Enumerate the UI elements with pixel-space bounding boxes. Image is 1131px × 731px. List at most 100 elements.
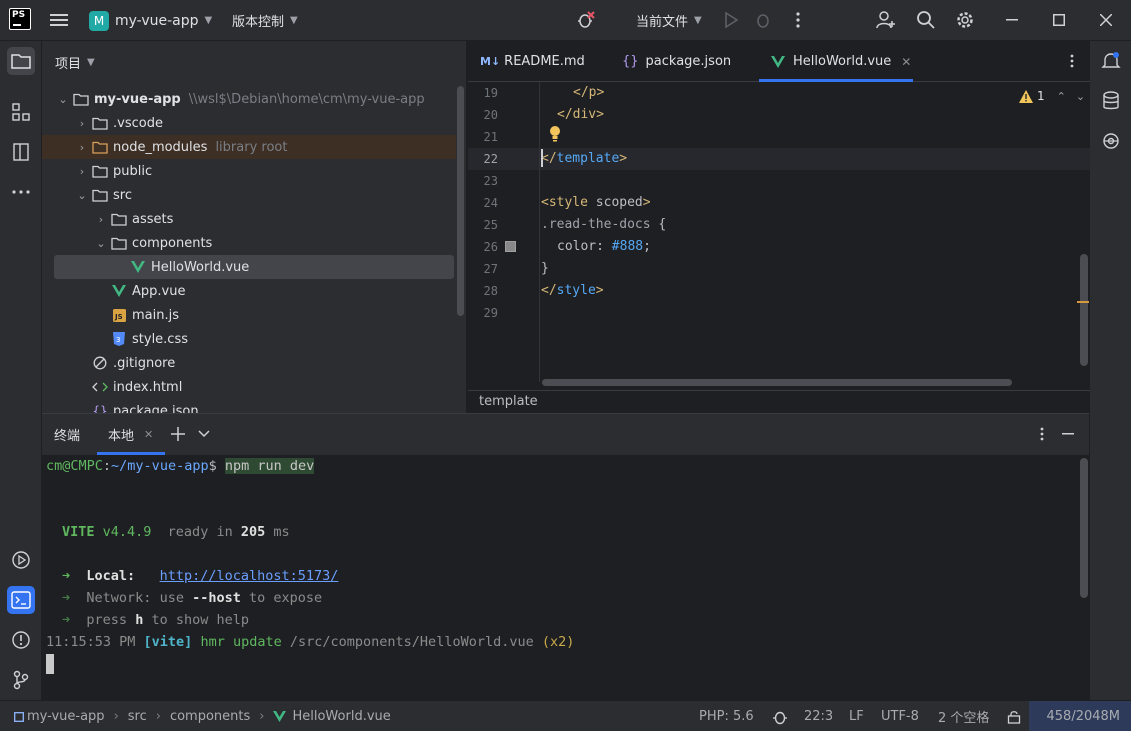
add-user-icon[interactable] (875, 9, 897, 31)
close-window-icon[interactable] (1096, 10, 1116, 30)
line-number[interactable]: 29 (468, 306, 498, 320)
tree-item-assets[interactable]: › assets (42, 207, 456, 231)
main-menu-icon[interactable] (48, 10, 70, 30)
tree-item-node-modules[interactable]: › node_modules library root (42, 135, 456, 159)
crumb-components[interactable]: components (170, 709, 250, 724)
tree-item-src[interactable]: ⌄ src (42, 183, 456, 207)
terminal-tab-local[interactable]: 本地 ✕ (97, 414, 165, 455)
inspection-widget[interactable]: 1 ⌃ ⌄ (1019, 82, 1085, 110)
tree-item-gitignore[interactable]: .gitignore (42, 351, 456, 375)
chevron-down-icon[interactable]: ⌄ (75, 189, 89, 202)
minimize-icon[interactable] (1002, 10, 1022, 30)
git-branch-icon[interactable] (7, 666, 35, 694)
chevron-up-icon[interactable]: ⌃ (1057, 90, 1066, 103)
more-vertical-icon[interactable] (788, 10, 808, 30)
tab-readme[interactable]: M↓ README.md (480, 41, 585, 82)
code-line-20[interactable]: </div> (557, 107, 604, 122)
tab-package-json[interactable]: {} package.json (622, 41, 731, 82)
line-number[interactable]: 19 (468, 86, 498, 100)
code-line-26[interactable]: color: #888; (557, 239, 651, 254)
crumb-src[interactable]: src (128, 709, 147, 724)
tree-item-style-css[interactable]: 3 style.css (42, 327, 456, 351)
chevron-right-icon[interactable]: › (75, 165, 89, 178)
project-selector[interactable]: M my-vue-app ▼ (89, 0, 212, 41)
local-url-link[interactable]: http://localhost:5173/ (160, 568, 339, 584)
line-number[interactable]: 26 (468, 240, 498, 254)
memory-indicator[interactable]: 458/2048M (1029, 701, 1131, 731)
code-line-24[interactable]: <style scoped> (541, 195, 651, 210)
tree-item-index-html[interactable]: index.html (42, 375, 456, 399)
tree-item-app-vue[interactable]: App.vue (42, 279, 456, 303)
line-number[interactable]: 24 (468, 196, 498, 210)
chevron-down-icon[interactable] (196, 426, 212, 442)
crumb-file[interactable]: HelloWorld.vue (292, 709, 390, 724)
debug-icon[interactable] (753, 10, 773, 30)
code-line-25[interactable]: .read-the-docs { (541, 217, 666, 232)
chevron-right-icon[interactable]: › (75, 141, 89, 154)
problems-icon[interactable] (7, 626, 35, 654)
caret-position[interactable]: 22:3 (804, 701, 833, 731)
line-separator[interactable]: LF (849, 701, 864, 731)
terminal-line-prompt[interactable]: cm@CMPC:~/my-vue-app$ npm run dev (46, 458, 315, 474)
line-number[interactable]: 23 (468, 174, 498, 188)
vcs-menu[interactable]: 版本控制 ▼ (232, 0, 298, 41)
debug-bug-icon[interactable] (574, 9, 598, 31)
warning-marker[interactable] (1077, 301, 1089, 303)
file-encoding[interactable]: UTF-8 (881, 701, 919, 731)
line-number[interactable]: 27 (468, 262, 498, 276)
crumb-project[interactable]: my-vue-app (27, 709, 105, 724)
tree-item-main-js[interactable]: JS main.js (42, 303, 456, 327)
color-swatch[interactable] (505, 241, 516, 252)
line-number[interactable]: 20 (468, 108, 498, 122)
close-tab-icon[interactable]: ✕ (144, 428, 153, 441)
tree-item-my-vue-app[interactable]: ⌄ my-vue-app \\wsl$\Debian\home\cm\my-vue-… (42, 87, 456, 111)
code-line-28[interactable]: </style> (541, 283, 604, 298)
debug-status-icon[interactable] (772, 701, 788, 731)
line-number[interactable]: 25 (468, 218, 498, 232)
chevron-down-icon[interactable]: ⌄ (56, 93, 70, 106)
chevron-right-icon[interactable]: › (94, 213, 108, 226)
run-icon[interactable] (721, 10, 741, 30)
line-number[interactable]: 22 (468, 152, 498, 166)
editor-vertical-scrollbar[interactable] (1080, 254, 1088, 366)
project-panel-header[interactable]: 项目 ▼ (55, 53, 95, 72)
tab-helloworld-vue[interactable]: HelloWorld.vue ✕ (759, 41, 913, 82)
maximize-icon[interactable] (1049, 10, 1069, 30)
chevron-down-icon[interactable]: ⌄ (94, 237, 108, 250)
app-logo[interactable]: PS (9, 8, 31, 30)
terminal-icon[interactable] (7, 586, 35, 614)
line-number[interactable]: 21 (468, 130, 498, 144)
tree-item-helloworld-vue[interactable]: HelloWorld.vue (54, 255, 454, 279)
close-tab-icon[interactable]: ✕ (901, 55, 911, 69)
lock-icon[interactable] (1007, 701, 1021, 731)
settings-gear-icon[interactable] (954, 9, 976, 31)
hide-panel-icon[interactable] (1060, 426, 1076, 442)
code-line-27[interactable]: } (541, 261, 549, 276)
editor-horizontal-scrollbar[interactable] (542, 379, 1012, 386)
php-version[interactable]: PHP: 5.6 (699, 701, 754, 731)
tree-item-vscode[interactable]: › .vscode (42, 111, 456, 135)
code-line-19[interactable]: </p> (573, 85, 604, 100)
code-line-22[interactable]: </template> (541, 151, 627, 166)
notifications-bell-icon[interactable] (1097, 47, 1125, 75)
more-vertical-icon[interactable] (1034, 426, 1050, 442)
indent-setting[interactable]: 2 个空格 (938, 701, 989, 731)
structure-icon[interactable] (7, 98, 35, 126)
chevron-down-icon[interactable]: ⌄ (1076, 90, 1085, 103)
chevron-right-icon[interactable]: › (75, 117, 89, 130)
new-terminal-plus-icon[interactable] (170, 426, 186, 442)
terminal-scrollbar[interactable] (1080, 458, 1088, 598)
search-icon[interactable] (915, 9, 937, 31)
breadcrumb-template[interactable]: template (479, 394, 538, 409)
database-icon[interactable] (1097, 87, 1125, 115)
line-number[interactable]: 28 (468, 284, 498, 298)
ai-assistant-icon[interactable] (1097, 127, 1125, 155)
lightbulb-icon[interactable] (548, 125, 562, 143)
more-vertical-icon[interactable] (1064, 53, 1080, 69)
editor-breadcrumb[interactable]: template (468, 390, 1090, 413)
project-folder-icon[interactable] (7, 47, 35, 75)
run-config-selector[interactable]: 当前文件 ▼ (636, 0, 702, 41)
more-tools-icon[interactable] (7, 178, 35, 206)
tree-item-components[interactable]: ⌄ components (42, 231, 456, 255)
tree-item-public[interactable]: › public (42, 159, 456, 183)
